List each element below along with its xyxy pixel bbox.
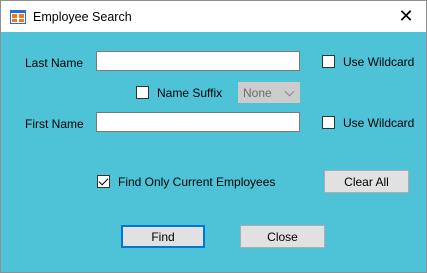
window-title: Employee Search xyxy=(33,10,132,24)
form-window-icon xyxy=(10,10,26,24)
name-suffix-select[interactable]: None xyxy=(238,82,300,103)
last-name-wildcard-label: Use Wildcard xyxy=(343,55,415,69)
first-name-input[interactable] xyxy=(96,112,300,132)
current-employees-label: Find Only Current Employees xyxy=(118,175,276,189)
find-button[interactable]: Find xyxy=(121,225,205,248)
last-name-input[interactable] xyxy=(96,51,300,71)
last-name-wildcard-checkbox[interactable] xyxy=(322,55,335,68)
employee-search-window: Employee Search ✕ Last Name Use Wildcard… xyxy=(0,0,427,273)
current-employees-checkbox[interactable] xyxy=(97,175,110,188)
name-suffix-checkbox[interactable] xyxy=(136,86,149,99)
title-bar[interactable]: Employee Search ✕ xyxy=(1,1,426,32)
name-suffix-selected-value: None xyxy=(243,86,272,100)
first-name-wildcard-checkbox[interactable] xyxy=(322,116,335,129)
first-name-wildcard-label: Use Wildcard xyxy=(343,116,415,130)
close-button[interactable]: Close xyxy=(240,225,325,248)
close-icon[interactable]: ✕ xyxy=(386,1,426,32)
clear-all-button[interactable]: Clear All xyxy=(324,170,409,193)
name-suffix-label: Name Suffix xyxy=(157,86,223,100)
last-name-label: Last Name xyxy=(25,56,84,70)
chevron-down-icon xyxy=(284,86,295,97)
first-name-label: First Name xyxy=(25,117,84,131)
